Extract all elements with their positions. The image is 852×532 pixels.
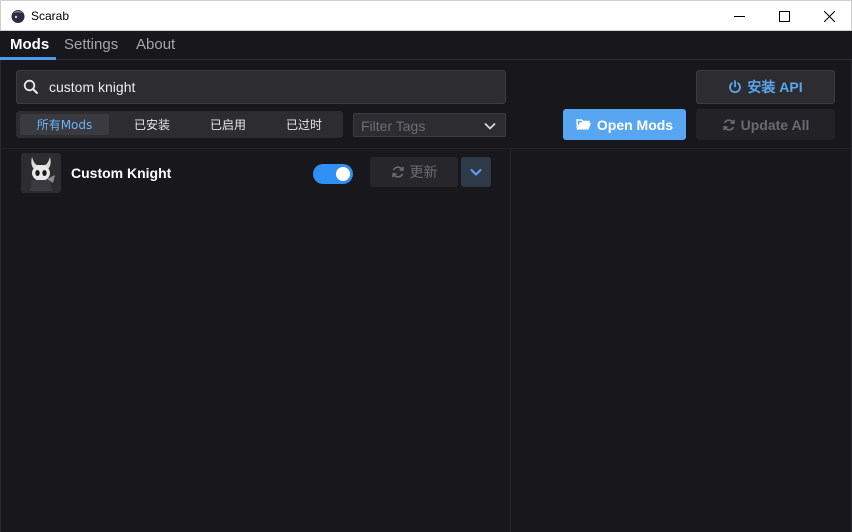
panel-divider — [510, 149, 511, 532]
toggle-knob — [336, 167, 350, 181]
window-title: Scarab — [31, 9, 70, 23]
chevron-down-icon — [484, 122, 496, 130]
search-box[interactable] — [16, 70, 506, 104]
header-divider — [0, 148, 852, 149]
close-button[interactable] — [806, 1, 852, 31]
refresh-icon — [391, 166, 404, 178]
filter-enabled[interactable]: 已启用 — [191, 114, 265, 135]
install-api-button[interactable]: 安装 API — [696, 70, 835, 104]
active-tab-indicator — [0, 57, 56, 60]
mod-update-button[interactable]: 更新 — [370, 157, 458, 187]
mod-expand-button[interactable] — [461, 157, 491, 187]
tab-mods[interactable]: Mods — [10, 36, 49, 58]
filter-tags-dropdown[interactable]: Filter Tags — [353, 113, 506, 137]
update-all-button[interactable]: Update All — [696, 109, 835, 140]
mod-enabled-toggle[interactable] — [313, 164, 353, 184]
open-mods-button[interactable]: Open Mods — [563, 109, 686, 140]
mod-avatar — [21, 153, 61, 193]
filter-all-mods[interactable]: 所有Mods — [20, 114, 109, 135]
install-api-label: 安装 API — [747, 79, 803, 95]
search-icon — [23, 79, 38, 94]
scarab-app-icon — [11, 10, 25, 23]
mod-name: Custom Knight — [71, 165, 172, 181]
close-icon — [823, 10, 835, 22]
tab-about[interactable]: About — [136, 36, 175, 58]
main-tabs: Mods Settings About — [0, 31, 852, 60]
chevron-down-icon — [470, 168, 482, 176]
search-input[interactable] — [49, 71, 499, 103]
folder-open-icon — [576, 119, 591, 130]
mod-list-item[interactable]: Custom Knight 更新 — [0, 150, 510, 196]
window-border-left — [0, 31, 1, 532]
filter-tags-placeholder: Filter Tags — [361, 118, 426, 134]
open-mods-label: Open Mods — [596, 116, 674, 133]
filter-installed[interactable]: 已安装 — [115, 114, 189, 135]
tab-settings[interactable]: Settings — [64, 36, 118, 58]
maximize-icon — [778, 10, 790, 22]
power-icon — [729, 80, 742, 94]
update-all-label: Update All — [740, 116, 810, 133]
mod-filter-group: 所有Mods 已安装 已启用 已过时 — [16, 111, 343, 138]
filter-outdated[interactable]: 已过时 — [267, 114, 341, 135]
knight-icon — [30, 157, 55, 191]
refresh-icon — [722, 118, 735, 131]
minimize-icon — [733, 15, 745, 17]
mod-update-label: 更新 — [409, 165, 438, 181]
maximize-button[interactable] — [761, 1, 807, 31]
minimize-button[interactable] — [716, 1, 762, 31]
title-bar: Scarab — [0, 0, 852, 31]
